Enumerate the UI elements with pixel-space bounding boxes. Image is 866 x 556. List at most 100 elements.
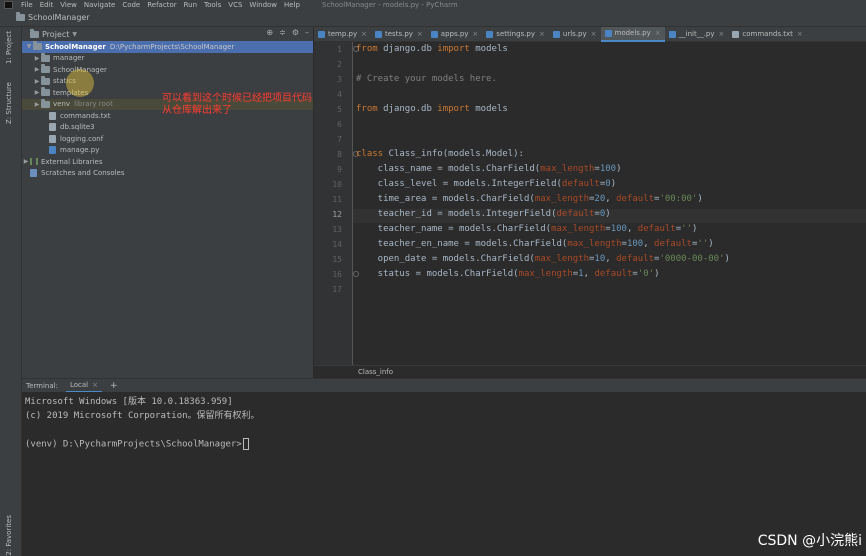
menu-help[interactable]: Help [284, 1, 300, 9]
menu-run[interactable]: Run [184, 1, 197, 9]
python-file-icon [552, 30, 560, 38]
terminal-output[interactable]: Microsoft Windows [版本 10.0.18363.959] (c… [22, 392, 866, 556]
line-number: 17 [332, 285, 342, 294]
code-line[interactable]: class_level = models.IntegerField(defaul… [356, 179, 616, 189]
python-file-icon [318, 30, 325, 38]
favorites-tool-button[interactable]: 2: Favorites [5, 515, 13, 556]
menu-window[interactable]: Window [249, 1, 277, 9]
tab-settings-py[interactable]: settings.py × [482, 27, 549, 42]
tree-item-manager[interactable]: ▶ manager [22, 52, 313, 65]
file-icon [49, 123, 56, 132]
project-tool-button[interactable]: 1: Project [5, 31, 13, 64]
line-number: 16 [332, 270, 342, 279]
tab-urls-py[interactable]: urls.py × [549, 27, 601, 42]
python-file-icon [604, 29, 612, 37]
code-line[interactable]: # Create your models here. [356, 74, 497, 84]
tree-item-label: manage.py [60, 146, 100, 155]
code-line[interactable]: class_name = models.CharField(max_length… [356, 164, 622, 174]
line-number-gutter: 1 2 3 4 5 6 7 8 9 10 11 12 13 14 15 16 1… [314, 42, 352, 365]
editor-tab-bar: temp.py × tests.py × apps.py × settings.py ×… [314, 26, 866, 42]
close-icon[interactable]: × [797, 30, 803, 38]
close-icon[interactable]: × [472, 30, 478, 38]
project-panel-header: Project ▼ ⊕ ≑ ⚙ – [22, 27, 313, 41]
expand-arrow-icon[interactable]: ▶ [33, 89, 41, 96]
tree-external-libraries[interactable]: ▶ External Libraries [22, 156, 313, 168]
terminal-prompt-line[interactable]: (venv) D:\PycharmProjects\SchoolManager> [25, 438, 863, 452]
menu-edit[interactable]: Edit [40, 1, 54, 9]
breadcrumb-class-info[interactable]: Class_info [358, 368, 393, 376]
expand-arrow-icon[interactable]: ▶ [33, 66, 41, 73]
tree-item-manage-py[interactable]: manage.py [22, 145, 313, 157]
pycharm-logo-icon [4, 0, 13, 9]
python-file-icon [375, 30, 382, 38]
menu-tools[interactable]: Tools [204, 1, 221, 9]
tab-commands-txt[interactable]: commands.txt × [728, 27, 806, 42]
scratch-icon [30, 169, 37, 178]
tree-scratches[interactable]: Scratches and Consoles [22, 168, 313, 180]
code-line[interactable]: class Class_info(models.Model): [356, 149, 524, 159]
menu-refactor[interactable]: Refactor [147, 1, 176, 9]
tab-label: commands.txt [742, 30, 793, 38]
add-terminal-button[interactable]: + [110, 381, 118, 391]
tree-item-db-sqlite3[interactable]: db.sqlite3 [22, 122, 313, 134]
collapse-all-icon[interactable]: ≑ [279, 28, 286, 37]
library-root-hint: library root [74, 100, 113, 109]
line-number: 13 [332, 225, 342, 234]
project-view-selector[interactable]: Project [42, 30, 69, 39]
code-line[interactable]: teacher_name = models.CharField(max_leng… [356, 224, 698, 234]
close-icon[interactable]: × [719, 30, 725, 38]
menu-vcs[interactable]: VCS [228, 1, 242, 9]
folder-icon [33, 41, 42, 51]
menu-bar: File Edit View Navigate Code Refactor Ru… [0, 0, 866, 9]
menu-view[interactable]: View [60, 1, 77, 9]
expand-arrow-icon[interactable]: ▼ [25, 43, 33, 50]
menu-file[interactable]: File [21, 1, 33, 9]
close-icon[interactable]: × [539, 30, 545, 38]
tree-root-name: SchoolManager [45, 42, 106, 51]
code-line[interactable]: status = models.CharField(max_length=1, … [356, 269, 660, 279]
close-icon[interactable]: × [361, 30, 367, 38]
line-number: 8 [337, 150, 342, 159]
close-icon[interactable]: × [591, 30, 597, 38]
code-line[interactable]: open_date = models.CharField(max_length=… [356, 254, 730, 264]
code-line[interactable]: from django.db import models [356, 104, 508, 114]
tree-item-schoolmanager[interactable]: ▶ SchoolManager [22, 64, 313, 76]
tree-root[interactable]: ▼ SchoolManager D:\PycharmProjects\Schoo… [22, 41, 313, 53]
code-line[interactable]: time_area = models.CharField(max_length=… [356, 194, 703, 204]
tab-temp-py[interactable]: temp.py × [314, 27, 371, 42]
close-icon[interactable]: × [417, 30, 423, 38]
terminal-tab-local[interactable]: Local × [65, 379, 102, 393]
folder-icon [30, 28, 39, 38]
nav-project-name[interactable]: SchoolManager [28, 13, 90, 22]
tree-item-logging-conf[interactable]: logging.conf [22, 133, 313, 145]
code-editor[interactable]: 1 2 3 4 5 6 7 8 9 10 11 12 13 14 15 16 1… [314, 42, 866, 365]
cursor-highlight [66, 69, 94, 97]
code-line[interactable]: teacher_id = models.IntegerField(default… [356, 209, 611, 219]
expand-arrow-icon[interactable]: ▶ [33, 101, 41, 108]
locate-icon[interactable]: ⊕ [266, 28, 273, 37]
tab-apps-py[interactable]: apps.py × [427, 27, 483, 42]
expand-arrow-icon[interactable]: ▶ [33, 78, 41, 85]
close-icon[interactable]: × [92, 381, 98, 389]
gear-icon[interactable]: ⚙ [292, 28, 299, 37]
code-line[interactable]: from django.db import models [356, 44, 508, 54]
line-number: 5 [337, 105, 342, 114]
close-icon[interactable]: × [655, 29, 661, 37]
tab-models-py[interactable]: models.py × [600, 26, 665, 42]
menu-code[interactable]: Code [122, 1, 140, 9]
tab-init-py[interactable]: __init__.py × [665, 27, 729, 42]
expand-arrow-icon[interactable]: ▶ [22, 158, 30, 165]
tree-item-label: Scratches and Consoles [41, 169, 125, 178]
structure-tool-button[interactable]: Z: Structure [5, 82, 13, 124]
code-line[interactable]: teacher_en_name = models.CharField(max_l… [356, 239, 714, 249]
line-number: 15 [332, 255, 342, 264]
folder-icon [41, 64, 50, 74]
chevron-down-icon[interactable]: ▼ [72, 31, 77, 38]
text-file-icon [732, 30, 740, 38]
menu-navigate[interactable]: Navigate [84, 1, 115, 9]
minimize-icon[interactable]: – [305, 28, 309, 37]
tab-label: apps.py [440, 30, 469, 38]
expand-arrow-icon[interactable]: ▶ [33, 55, 41, 62]
tab-tests-py[interactable]: tests.py × [371, 27, 427, 42]
folder-icon [41, 87, 50, 97]
